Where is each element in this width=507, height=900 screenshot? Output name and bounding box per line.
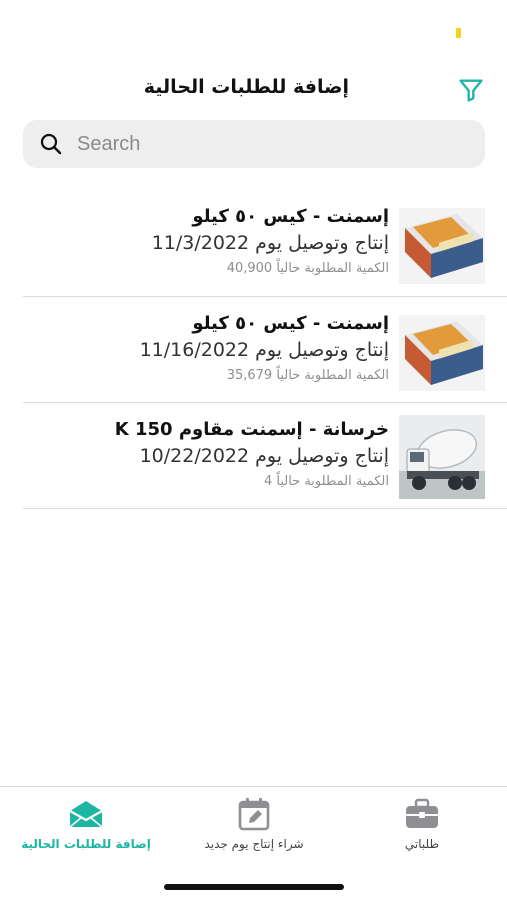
item-quantity-label: الكمية المطلوبة حالياً bbox=[276, 368, 389, 383]
item-date-prefix: إنتاج وتوصيل يوم bbox=[255, 445, 389, 467]
order-list: إسمنت - كيس ٥٠ كيلو إنتاج وتوصيل يوم 11/… bbox=[0, 190, 507, 509]
item-date: 11/16/2022 bbox=[139, 339, 250, 361]
list-item[interactable]: إسمنت - كيس ٥٠ كيلو إنتاج وتوصيل يوم 11/… bbox=[0, 297, 507, 403]
item-quantity-label: الكمية المطلوبة حالياً bbox=[276, 474, 389, 489]
item-title: خرسانة - إسمنت مقاوم K 150 bbox=[114, 419, 389, 440]
cement-bag-image bbox=[399, 315, 485, 391]
home-indicator[interactable] bbox=[164, 884, 344, 890]
calendar-edit-icon bbox=[174, 797, 334, 831]
page-title: إضافة للطلبات الحالية bbox=[143, 76, 349, 98]
list-item[interactable]: خرسانة - إسمنت مقاوم K 150 إنتاج وتوصيل … bbox=[0, 403, 507, 509]
item-date-line: إنتاج وتوصيل يوم 10/22/2022 bbox=[29, 443, 389, 469]
filter-button[interactable] bbox=[455, 74, 487, 106]
item-quantity-line: الكمية المطلوبة حالياً 4 bbox=[29, 471, 389, 493]
item-quantity-line: الكمية المطلوبة حالياً 35,679 bbox=[29, 365, 389, 387]
item-title: إسمنت - كيس ٥٠ كيلو bbox=[192, 206, 389, 227]
item-quantity: 40,900 bbox=[226, 261, 273, 276]
item-title: إسمنت - كيس ٥٠ كيلو bbox=[192, 313, 389, 334]
tab-label: شراء إنتاج يوم جديد bbox=[204, 837, 304, 851]
item-quantity: 4 bbox=[263, 474, 273, 489]
item-quantity: 35,679 bbox=[226, 368, 273, 383]
header: إضافة للطلبات الحالية bbox=[0, 70, 507, 110]
list-item[interactable]: إسمنت - كيس ٥٠ كيلو إنتاج وتوصيل يوم 11/… bbox=[0, 190, 507, 297]
tab-label: طلباتي bbox=[404, 837, 440, 851]
item-date: 11/3/2022 bbox=[151, 232, 250, 254]
item-quantity-line: الكمية المطلوبة حالياً 40,900 bbox=[29, 258, 389, 280]
cement-bag-image bbox=[399, 208, 485, 284]
tab-bar: إضافة للطلبات الحالية شراء إنتاج يوم جدي… bbox=[0, 786, 507, 900]
item-date-prefix: إنتاج وتوصيل يوم bbox=[255, 339, 389, 361]
search-input[interactable] bbox=[77, 132, 457, 156]
tab-add-to-current-orders[interactable]: إضافة للطلبات الحالية bbox=[6, 797, 166, 851]
mixer-truck-image bbox=[399, 415, 485, 499]
filter-icon bbox=[459, 79, 483, 102]
tab-label: إضافة للطلبات الحالية bbox=[21, 837, 151, 851]
search-icon bbox=[39, 131, 65, 157]
item-date-line: إنتاج وتوصيل يوم 11/3/2022 bbox=[29, 230, 389, 256]
envelope-open-icon bbox=[6, 797, 166, 831]
divider bbox=[23, 508, 507, 509]
tab-my-orders[interactable]: طلباتي bbox=[342, 797, 502, 851]
item-date-line: إنتاج وتوصيل يوم 11/16/2022 bbox=[29, 337, 389, 363]
search-bar[interactable] bbox=[23, 120, 485, 168]
briefcase-icon bbox=[342, 797, 502, 831]
status-indicator bbox=[456, 28, 461, 38]
item-quantity-label: الكمية المطلوبة حالياً bbox=[276, 261, 389, 276]
tab-buy-new-day[interactable]: شراء إنتاج يوم جديد bbox=[174, 797, 334, 851]
item-date-prefix: إنتاج وتوصيل يوم bbox=[255, 232, 389, 254]
item-date: 10/22/2022 bbox=[139, 445, 250, 467]
